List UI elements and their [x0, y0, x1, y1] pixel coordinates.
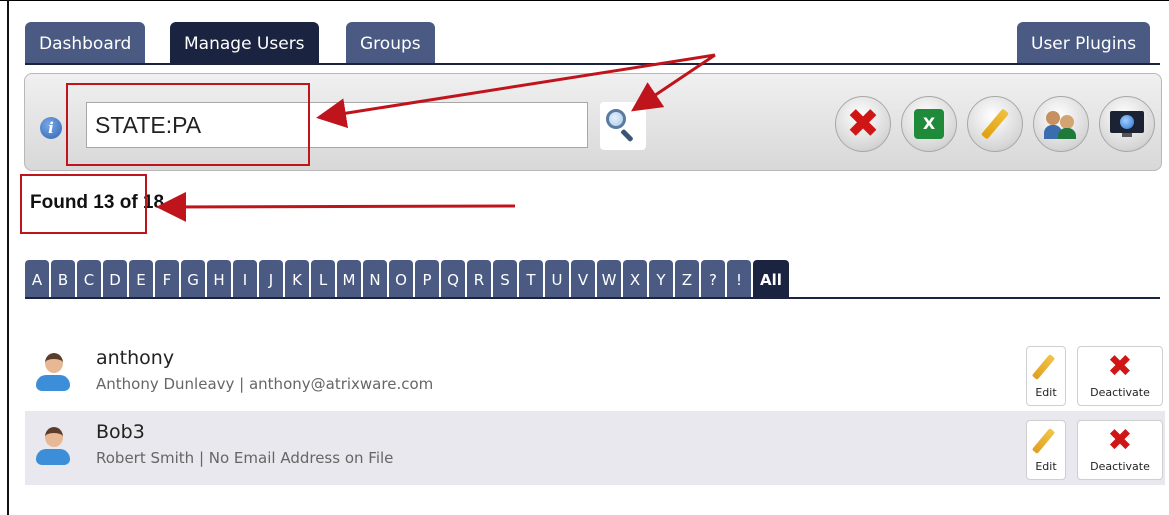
alphabet-filter-r[interactable]: R	[467, 260, 491, 298]
deactivate-label: Deactivate	[1090, 386, 1150, 399]
alphabet-filter-s[interactable]: S	[493, 260, 517, 298]
edit-label: Edit	[1035, 460, 1057, 473]
edit-user-button[interactable]: Edit	[1026, 346, 1066, 406]
user-row: Bob3 Robert Smith | No Email Address on F…	[25, 411, 1165, 485]
alphabet-filter-a[interactable]: A	[25, 260, 49, 298]
alphabet-filter-g[interactable]: G	[181, 260, 205, 298]
edit-user-button[interactable]: Edit	[1026, 420, 1066, 480]
alphabet-filter-q[interactable]: Q	[441, 260, 465, 298]
user-row: anthony Anthony Dunleavy | anthony@atrixw…	[25, 337, 1165, 411]
user-username[interactable]: anthony	[96, 347, 174, 369]
alphabet-filter-n[interactable]: N	[363, 260, 387, 298]
alphabet-filter-f[interactable]: F	[155, 260, 179, 298]
avatar-icon	[36, 353, 70, 395]
alphabet-filter-b[interactable]: B	[51, 260, 75, 298]
deactivate-user-button[interactable]: ✖ Deactivate	[1077, 346, 1163, 406]
alphabet-filter-m[interactable]: M	[337, 260, 361, 298]
alphabet-filter-p[interactable]: P	[415, 260, 439, 298]
alphabet-filter-c[interactable]: C	[77, 260, 101, 298]
edit-label: Edit	[1035, 386, 1057, 399]
deactivate-user-button[interactable]: ✖ Deactivate	[1077, 420, 1163, 480]
alphabet-filter-x[interactable]: X	[623, 260, 647, 298]
alphabet-filter-j[interactable]: J	[259, 260, 283, 298]
alphabet-filter-u[interactable]: U	[545, 260, 569, 298]
deactivate-icon: ✖	[1107, 349, 1133, 384]
alphabet-filter-y[interactable]: Y	[649, 260, 673, 298]
alphabet-filter-v[interactable]: V	[571, 260, 595, 298]
alphabet-filter-z[interactable]: Z	[675, 260, 699, 298]
alphabet-filter-e[interactable]: E	[129, 260, 153, 298]
user-details: Robert Smith | No Email Address on File	[96, 449, 394, 467]
alphabet-filter-l[interactable]: L	[311, 260, 335, 298]
edit-icon	[1031, 428, 1056, 454]
alphabet-filter-t[interactable]: T	[519, 260, 543, 298]
alphabet-filter-w[interactable]: W	[597, 260, 621, 298]
alphabet-filter-o[interactable]: O	[389, 260, 413, 298]
arrow-to-search-button	[631, 53, 716, 112]
alphabet-underline	[25, 297, 1160, 299]
alphabet-filter-question[interactable]: ?	[701, 260, 725, 298]
alphabet-filter-h[interactable]: H	[207, 260, 231, 298]
edit-icon	[1031, 354, 1056, 380]
user-details: Anthony Dunleavy | anthony@atrixware.com	[96, 375, 434, 393]
alphabet-filter-i[interactable]: I	[233, 260, 257, 298]
deactivate-label: Deactivate	[1090, 460, 1150, 473]
avatar-icon	[36, 427, 70, 469]
alphabet-filter-all[interactable]: All	[753, 260, 789, 298]
alphabet-filter-d[interactable]: D	[103, 260, 127, 298]
arrow-to-found-count	[156, 191, 516, 222]
arrow-to-search-field	[316, 53, 716, 129]
deactivate-icon: ✖	[1107, 423, 1133, 458]
user-username[interactable]: Bob3	[96, 421, 145, 443]
alphabet-filter-k[interactable]: K	[285, 260, 309, 298]
alphabet-filter-exclamation[interactable]: !	[727, 260, 751, 298]
